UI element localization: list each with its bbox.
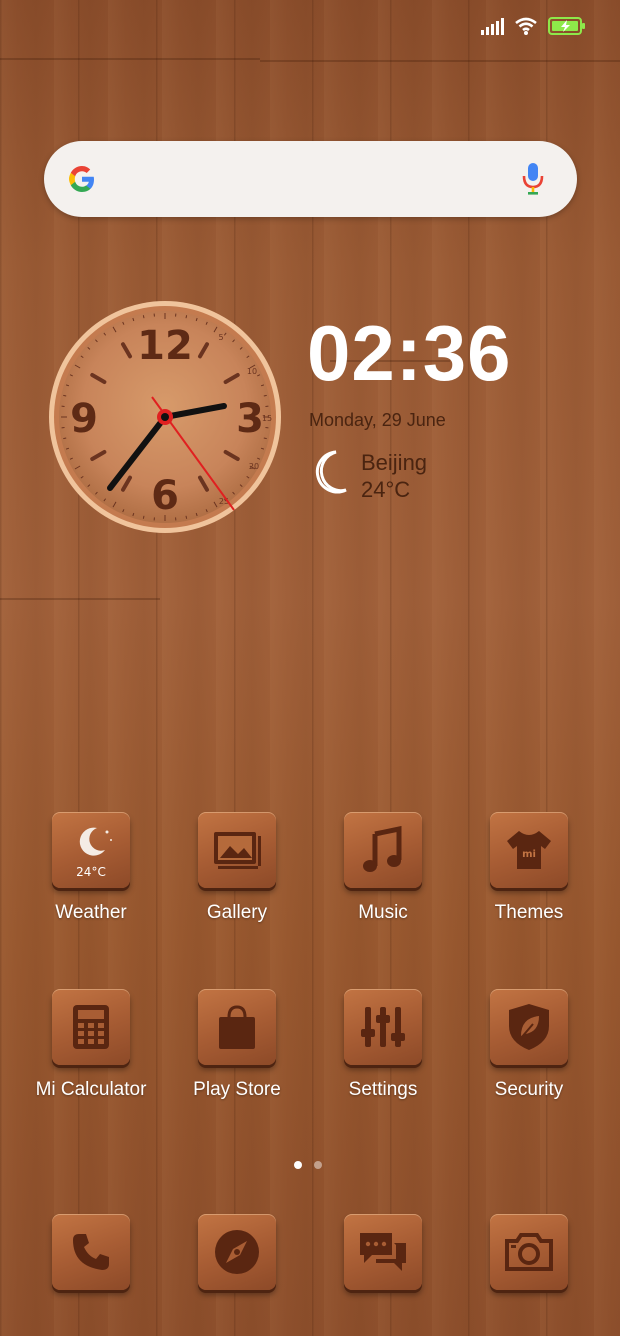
clock-numeral-12: 12 <box>137 323 193 369</box>
gallery-icon <box>198 812 276 888</box>
clock-minute-label-20: 20 <box>249 462 259 471</box>
google-search-bar[interactable] <box>44 141 577 217</box>
weather-badge: 24°C <box>76 865 106 879</box>
themes-badge: mi <box>522 849 536 860</box>
settings-icon <box>344 989 422 1065</box>
security-icon <box>490 989 568 1065</box>
app-gallery[interactable]: Gallery <box>167 812 307 924</box>
app-label: Gallery <box>206 902 268 923</box>
analog-clock[interactable]: 12 3 6 9 5 10 15 20 25 <box>48 299 282 535</box>
calculator-icon <box>52 989 130 1065</box>
google-logo-icon <box>69 166 94 192</box>
music-icon <box>344 812 422 888</box>
app-weather[interactable]: 24°C Weather <box>21 812 161 924</box>
dock-messaging[interactable] <box>313 1214 453 1290</box>
date-label: Monday, 29 June <box>309 410 446 430</box>
weather-temperature: 24°C <box>361 477 411 502</box>
page-dot[interactable] <box>314 1161 322 1169</box>
dock-phone[interactable] <box>21 1214 161 1290</box>
clock-numeral-6: 6 <box>151 473 179 519</box>
wood-seam <box>0 598 160 600</box>
signal-icon <box>481 17 504 35</box>
browser-icon <box>198 1214 276 1290</box>
mic-icon[interactable] <box>521 161 545 197</box>
clock-minute-label-5: 5 <box>218 333 223 342</box>
dock-browser[interactable] <box>167 1214 307 1290</box>
battery-charging-icon <box>548 17 585 35</box>
clock-minute-tick <box>185 515 188 519</box>
page-indicator[interactable] <box>294 1161 322 1169</box>
clock-minute-tick <box>263 437 267 440</box>
clock-numeral-3: 3 <box>236 396 264 442</box>
app-mi-calculator[interactable]: Mi Calculator <box>21 989 161 1101</box>
clock-minute-label-10: 10 <box>247 367 257 376</box>
app-label: Settings <box>348 1079 418 1100</box>
dock-camera[interactable] <box>459 1214 599 1290</box>
digital-time[interactable]: 02:36 <box>307 308 512 399</box>
app-security[interactable]: Security <box>459 989 599 1101</box>
clock-minute-tick <box>142 515 145 519</box>
wifi-icon <box>515 17 537 35</box>
clock-minute-tick <box>185 315 188 319</box>
app-themes[interactable]: mi Themes <box>459 812 599 924</box>
clock-minute-tick <box>263 394 267 397</box>
status-bar <box>481 16 586 36</box>
camera-icon <box>490 1214 568 1290</box>
app-play-store[interactable]: Play Store <box>167 989 307 1101</box>
app-music[interactable]: Music <box>313 812 453 924</box>
app-settings[interactable]: Settings <box>313 989 453 1101</box>
clock-minute-tick <box>142 315 145 319</box>
clock-minute-tick <box>63 394 67 397</box>
weather-icon: 24°C <box>52 812 130 888</box>
clock-minute-label-15: 15 <box>262 414 272 423</box>
wood-seam <box>260 60 620 62</box>
app-label: Security <box>494 1079 564 1100</box>
clock-numeral-9: 9 <box>70 396 98 442</box>
clock-minute-tick <box>63 437 67 440</box>
wood-seam <box>0 58 260 60</box>
phone-icon <box>52 1214 130 1290</box>
app-label: Play Store <box>193 1079 281 1100</box>
page-dot-active[interactable] <box>294 1161 302 1169</box>
themes-icon: mi <box>490 812 568 888</box>
app-label: Music <box>358 902 408 923</box>
weather-city: Beijing <box>361 450 428 475</box>
app-label: Weather <box>55 902 127 923</box>
messaging-icon <box>344 1214 422 1290</box>
moon-icon <box>315 450 347 494</box>
play-store-icon <box>198 989 276 1065</box>
app-label: Mi Calculator <box>35 1079 147 1100</box>
app-label: Themes <box>494 902 564 923</box>
